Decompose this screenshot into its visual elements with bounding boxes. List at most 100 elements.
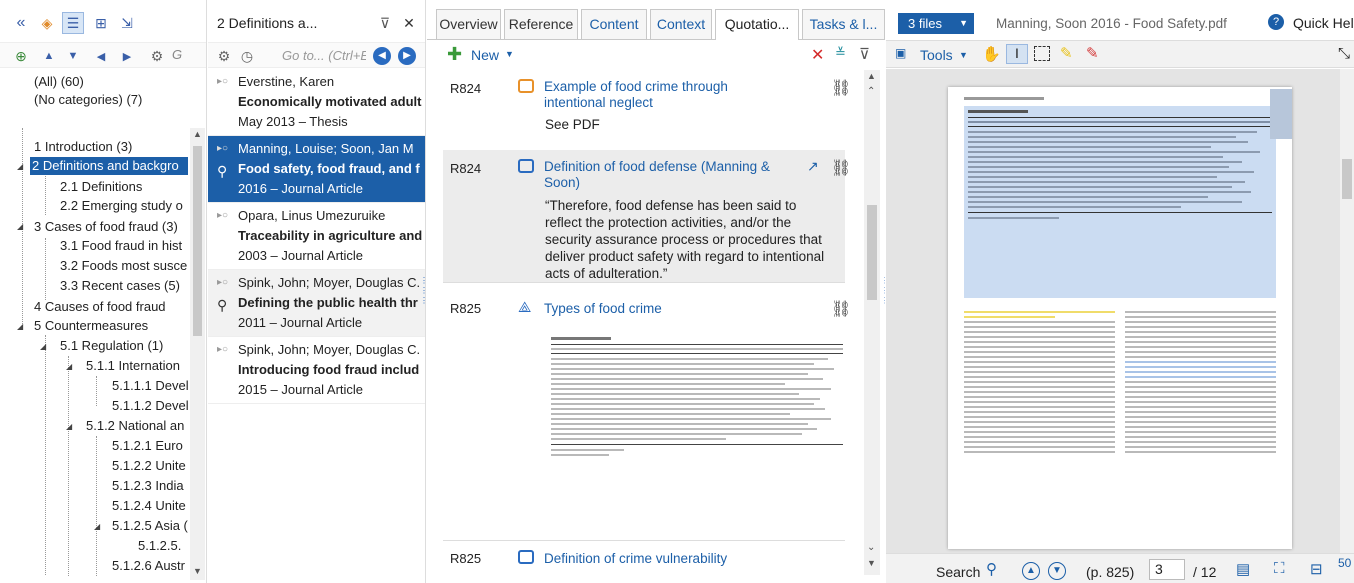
tree-item-2-2[interactable]: 2.2 Emerging study o [58, 197, 185, 215]
tab-context[interactable]: Context [650, 9, 712, 39]
previous-button[interactable]: ◀ [373, 47, 391, 65]
tools-menu[interactable]: Tools [920, 47, 953, 63]
quotation-title[interactable]: Definition of food defense (Manning & So… [544, 159, 774, 191]
new-button[interactable]: New [471, 47, 499, 63]
close-icon[interactable]: ✕ [398, 12, 420, 34]
collapse-icon[interactable]: ◢ [66, 362, 72, 371]
tree-item-5[interactable]: 5 Countermeasures [32, 317, 150, 335]
reference-item[interactable]: ▸○ ⚲ Spink, John; Moyer, Douglas C. Defi… [208, 270, 425, 337]
previous-page-button[interactable]: ▲ [1022, 562, 1040, 580]
chevron-down-icon[interactable]: ▼ [959, 50, 968, 60]
category-scrollbar[interactable]: ▲ ▼ [190, 128, 205, 580]
quotation-scrollbar[interactable]: ▲ ⌃ ⌄ ▼ [864, 70, 880, 575]
filter-icon[interactable]: ⊽ [374, 12, 396, 34]
tree-item-5-1[interactable]: 5.1 Regulation (1) [58, 337, 165, 355]
collapse-icon[interactable]: ◢ [17, 222, 23, 231]
search-icon[interactable]: ⚲ [986, 560, 997, 578]
highlighter-icon[interactable]: ✎ [1060, 44, 1073, 62]
print-icon[interactable]: ▤ [1236, 560, 1250, 578]
move-right-icon[interactable]: ▶ [116, 45, 138, 67]
settings-icon[interactable]: ⚙ [213, 45, 235, 67]
tree-item-2-1[interactable]: 2.1 Definitions [58, 178, 144, 196]
quotation-item[interactable]: R825 Definition of crime vulnerability [443, 540, 845, 583]
tree-item-1[interactable]: 1 Introduction (3) [32, 138, 134, 156]
move-left-icon[interactable]: ◀ [90, 45, 112, 67]
reference-item[interactable]: ▸○ Spink, John; Moyer, Douglas C. Introd… [208, 337, 425, 404]
tab-reference[interactable]: Reference [504, 9, 578, 39]
move-up-icon[interactable]: ▲ [38, 45, 60, 67]
page-input[interactable]: 3 [1149, 559, 1185, 580]
category-filter-input[interactable]: G [172, 47, 182, 62]
settings-icon[interactable]: ⚙ [146, 45, 168, 67]
tree-item-5-1-1[interactable]: 5.1.1 Internation [84, 357, 182, 375]
pdf-page[interactable] [948, 87, 1292, 549]
delete-icon[interactable]: ✕ [811, 45, 824, 65]
next-button[interactable]: ▶ [398, 47, 416, 65]
reference-item[interactable]: ▸○ ⚲ Manning, Louise; Soon, Jan M Food s… [208, 136, 425, 203]
splitter-handle[interactable]: ⋮⋮⋮ [420, 276, 425, 326]
tree-item-5-1-2-5[interactable]: 5.1.2.5 Asia ( [110, 517, 190, 535]
tree-item-5-1-2-6[interactable]: 5.1.2.6 Austr [110, 557, 187, 575]
splitter-handle[interactable]: ⋮⋮⋮ [881, 276, 885, 326]
collapse-icon[interactable]: ◢ [66, 422, 72, 431]
quotation-title[interactable]: Types of food crime [544, 301, 744, 317]
quotation-item[interactable]: R825 ⟁ Types of food crime ⛓ [443, 282, 851, 540]
filter-icon[interactable]: ⊽ [859, 45, 870, 63]
link-icon[interactable]: ⛓ [831, 78, 851, 98]
collapse-left-icon[interactable]: « [10, 12, 32, 34]
fit-page-icon[interactable]: ⛶ [1274, 560, 1285, 577]
tree-item-4[interactable]: 4 Causes of food fraud [32, 298, 168, 316]
help-icon[interactable]: ? [1268, 14, 1284, 30]
add-category-icon[interactable]: ⊕ [10, 45, 32, 67]
jump-icon[interactable]: ↗ [807, 158, 819, 175]
files-dropdown[interactable]: 3 files ▼ [898, 13, 974, 34]
link-icon[interactable]: ⛓ [831, 158, 851, 178]
quotation-title[interactable]: Definition of crime vulnerability [544, 551, 774, 567]
tree-item-5-1-2-4[interactable]: 5.1.2.4 Unite [110, 497, 188, 515]
link-icon[interactable]: ⛓ [831, 299, 851, 319]
quotation-item[interactable]: R824 Definition of food defense (Manning… [443, 150, 851, 282]
zoom-out-icon[interactable]: ⊟ [1310, 560, 1323, 578]
tree-item-3-2[interactable]: 3.2 Foods most susce [58, 257, 189, 275]
reference-item[interactable]: ▸○ Everstine, Karen Economically motivat… [208, 69, 425, 136]
tab-tasks[interactable]: Tasks & l... [802, 9, 885, 39]
tree-item-5-1-1-1[interactable]: 5.1.1.1 Devel [110, 377, 191, 395]
tab-content[interactable]: Content [581, 9, 647, 39]
search-label[interactable]: Search [936, 564, 980, 580]
pdf-scrollbar[interactable] [1340, 69, 1354, 553]
quick-help-link[interactable]: Quick Help [1293, 15, 1354, 31]
zoom-value[interactable]: 50 [1338, 556, 1351, 570]
category-all[interactable]: (All) (60) [32, 73, 86, 91]
text-select-icon[interactable]: I [1006, 44, 1028, 64]
next-page-button[interactable]: ▼ [1048, 562, 1066, 580]
hand-tool-icon[interactable]: ✋ [982, 45, 1001, 63]
tree-item-5-1-1-2[interactable]: 5.1.1.2 Devel [110, 397, 191, 415]
tag-icon[interactable]: ◈ [36, 12, 58, 34]
tree-item-5-1-2-5-x[interactable]: 5.1.2.5. [136, 537, 183, 555]
collapse-icon[interactable]: ◢ [94, 522, 100, 531]
collapse-icon[interactable]: ◢ [17, 162, 23, 171]
tree-item-3-3[interactable]: 3.3 Recent cases (5) [58, 277, 182, 295]
tree-item-5-1-2-2[interactable]: 5.1.2.2 Unite [110, 457, 188, 475]
sort-icon[interactable]: ≚ [835, 45, 846, 61]
eraser-icon[interactable]: ✎ [1086, 44, 1099, 62]
collapse-icon[interactable]: ⤡ [1338, 45, 1350, 62]
tree-item-3-1[interactable]: 3.1 Food fraud in hist [58, 237, 184, 255]
tree-item-5-1-2-1[interactable]: 5.1.2.1 Euro [110, 437, 185, 455]
reference-item[interactable]: ▸○ Opara, Linus Umezuruike Traceability … [208, 203, 425, 270]
history-icon[interactable]: ◷ [236, 45, 258, 67]
area-select-icon[interactable] [1034, 46, 1050, 61]
quotation-item[interactable]: R824 Example of food crime through inten… [443, 70, 851, 150]
tree-item-5-1-2[interactable]: 5.1.2 National an [84, 417, 186, 435]
move-down-icon[interactable]: ▼ [62, 45, 84, 67]
pdf-sticky-note[interactable] [1270, 89, 1292, 139]
tab-overview[interactable]: Overview [436, 9, 501, 39]
outline-view-icon[interactable]: ☰ [62, 12, 84, 34]
collapse-icon[interactable]: ◢ [40, 342, 46, 351]
collapse-icon[interactable]: ◢ [17, 322, 23, 331]
export-icon[interactable]: ⇲ [116, 12, 138, 34]
tree-item-3[interactable]: 3 Cases of food fraud (3) [32, 218, 180, 236]
tab-quotations[interactable]: Quotatio... [715, 9, 799, 40]
goto-input[interactable]: Go to... (Ctrl+E [282, 48, 366, 63]
tree-item-2[interactable]: 2 Definitions and backgro [30, 157, 188, 175]
